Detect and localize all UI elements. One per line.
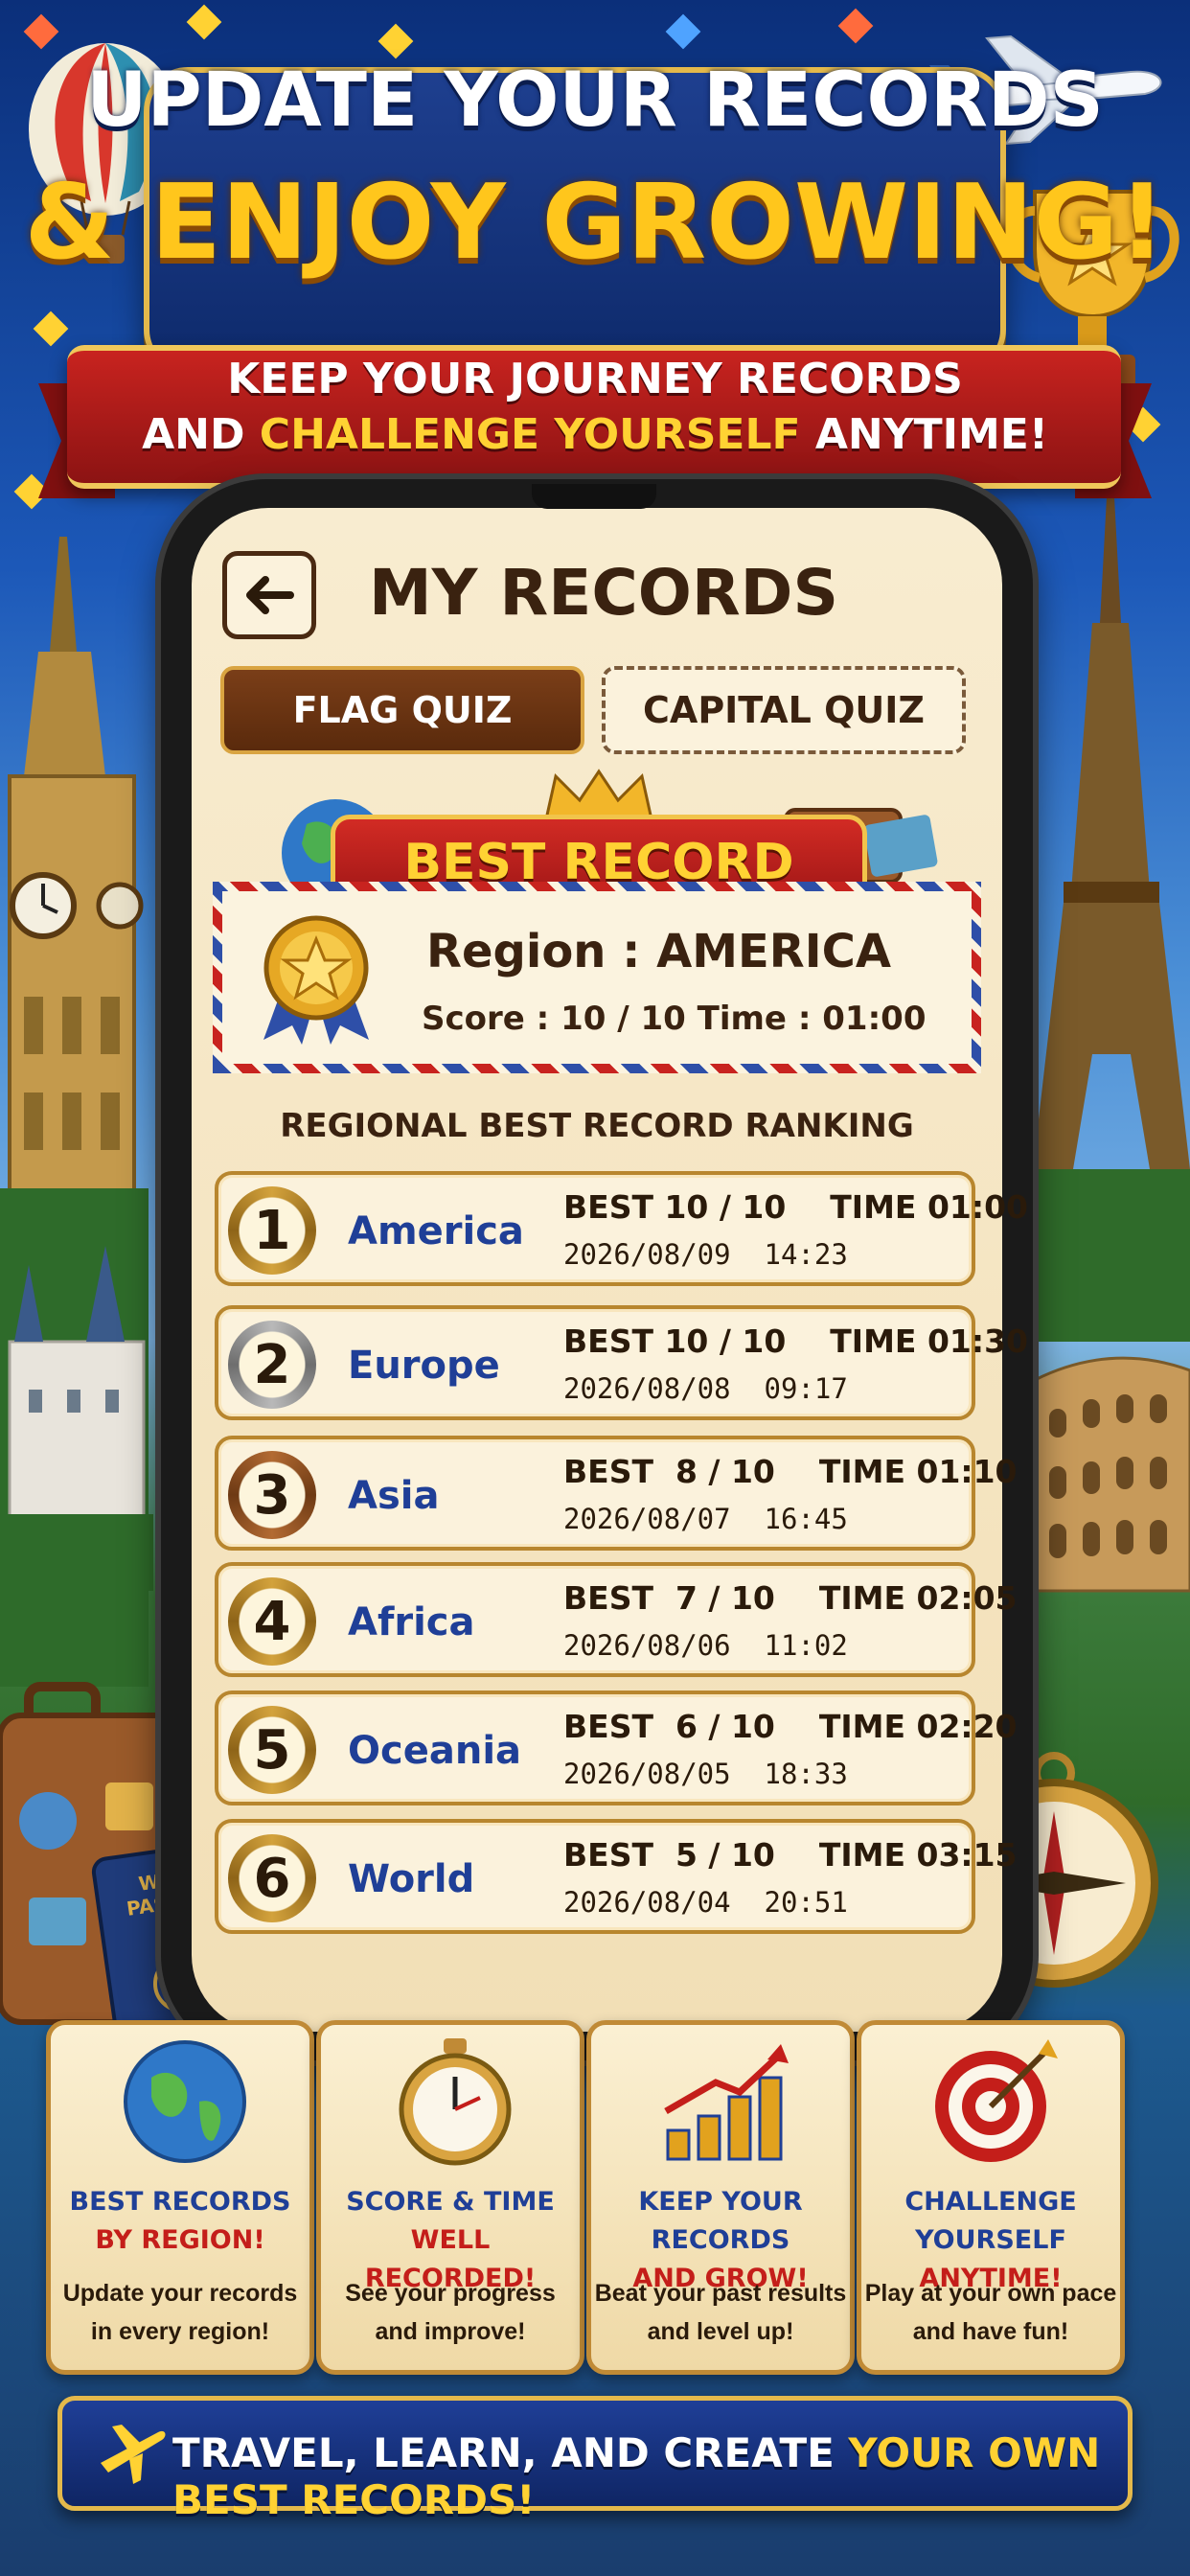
rank-region: Europe xyxy=(348,1344,500,1388)
rank-best-score: BEST 8 / 10 TIME 01:10 xyxy=(563,1453,1018,1490)
headline-line-2: & ENJOY GROWING! xyxy=(24,163,1166,283)
feature-title-line-1: SCORE & TIME xyxy=(346,2187,555,2217)
feature-title-line-2: BY REGION! xyxy=(95,2225,265,2255)
feature-description: Beat your past results and level up! xyxy=(591,2274,850,2351)
ranking-title: REGIONAL BEST RECORD RANKING xyxy=(280,1107,914,1145)
rank-badge: 3 xyxy=(228,1451,316,1539)
feature-title: BEST RECORDS BY REGION! xyxy=(51,2183,309,2260)
sparkle-decoration xyxy=(186,4,222,40)
rank-date: 2026/08/05 18:33 xyxy=(563,1758,848,1790)
ranking-row[interactable]: 5 Oceania BEST 6 / 10 TIME 02:20 2026/08… xyxy=(215,1690,1018,1806)
growth-chart-icon xyxy=(664,2044,789,2161)
airplane-icon xyxy=(101,2425,166,2484)
feature-description: Update your records in every region! xyxy=(51,2274,309,2351)
rank-best-score: BEST 10 / 10 TIME 01:00 xyxy=(563,1188,1028,1226)
rank-badge: 5 xyxy=(228,1706,316,1794)
sparkle-decoration xyxy=(665,13,701,50)
castle-icon xyxy=(0,1246,153,1591)
rank-badge: 4 xyxy=(228,1577,316,1666)
feature-description-line-2: and improve! xyxy=(375,2318,526,2345)
tab-capital-quiz[interactable]: CAPITAL QUIZ xyxy=(602,666,966,754)
feature-description-line-2: and have fun! xyxy=(912,2318,1069,2345)
feature-description: Play at your own pace and have fun! xyxy=(861,2274,1120,2351)
feature-card-grow: KEEP YOUR RECORDS AND GROW! Beat your pas… xyxy=(586,2020,855,2375)
footer-tagline: TRAVEL, LEARN, AND CREATE YOUR OWN BEST … xyxy=(172,2429,1131,2523)
phone-notch xyxy=(532,484,656,509)
feature-card-score-time: SCORE & TIME WELL RECORDED! See your prog… xyxy=(316,2020,584,2375)
ranking-row[interactable]: 3 Asia BEST 8 / 10 TIME 01:10 2026/08/07… xyxy=(215,1436,1018,1551)
rank-best-score: BEST 7 / 10 TIME 02:05 xyxy=(563,1579,1018,1617)
subheading-prefix: AND xyxy=(142,410,260,459)
rank-date: 2026/08/07 16:45 xyxy=(563,1503,848,1535)
rank-date: 2026/08/08 09:17 xyxy=(563,1372,848,1405)
feature-description-line-1: Play at your own pace xyxy=(864,2280,1117,2307)
feature-title-line-1: CHALLENGE YOURSELF xyxy=(904,2187,1077,2255)
back-button[interactable] xyxy=(222,551,316,639)
feature-title-line-1: KEEP YOUR RECORDS xyxy=(638,2187,803,2255)
subheading-line-2: AND CHALLENGE YOURSELF ANYTIME! xyxy=(0,410,1190,459)
feature-description-line-1: See your progress xyxy=(345,2280,556,2307)
globe-icon xyxy=(124,2040,246,2163)
feature-card-challenge: CHALLENGE YOURSELF ANYTIME! Play at your … xyxy=(857,2020,1125,2375)
colosseum-icon xyxy=(1035,1356,1190,1593)
subheading-highlight: CHALLENGE YOURSELF xyxy=(259,410,801,459)
ranking-row[interactable]: 1 America BEST 10 / 10 TIME 01:00 2026/0… xyxy=(215,1171,1028,1286)
footer-tagline-prefix: TRAVEL, LEARN, AND CREATE xyxy=(172,2429,849,2476)
headline-line-1: UPDATE YOUR RECORDS xyxy=(86,58,1104,144)
feature-description-line-1: Update your records xyxy=(62,2280,298,2307)
rank-region: Africa xyxy=(348,1600,475,1644)
target-icon xyxy=(935,2039,1058,2162)
best-record-score-time: Score : 10 / 10 Time : 01:00 xyxy=(422,1000,927,1038)
sparkle-decoration xyxy=(33,310,69,347)
tab-flag-quiz[interactable]: FLAG QUIZ xyxy=(220,666,584,754)
best-record-region: Region : AMERICA xyxy=(426,925,891,978)
rank-badge: 2 xyxy=(228,1321,316,1409)
page-title: MY RECORDS xyxy=(368,556,839,630)
arrow-left-icon xyxy=(246,576,294,614)
stopwatch-icon xyxy=(399,2038,512,2166)
rank-region: Oceania xyxy=(348,1729,522,1773)
rank-best-score: BEST 10 / 10 TIME 01:30 xyxy=(563,1322,1028,1360)
rank-region: America xyxy=(348,1209,524,1254)
feature-description-line-1: Beat your past results xyxy=(594,2280,847,2307)
feature-description-line-2: in every region! xyxy=(90,2318,270,2345)
ranking-row[interactable]: 2 Europe BEST 10 / 10 TIME 01:30 2026/08… xyxy=(215,1305,1028,1420)
sparkle-decoration xyxy=(378,23,414,59)
rank-date: 2026/08/06 11:02 xyxy=(563,1629,848,1662)
medal-icon xyxy=(263,915,369,1045)
feature-description: See your progress and improve! xyxy=(321,2274,580,2351)
feature-card-region: BEST RECORDS BY REGION! Update your recor… xyxy=(46,2020,314,2375)
rank-date: 2026/08/04 20:51 xyxy=(563,1886,848,1919)
rank-region: World xyxy=(348,1857,475,1901)
rank-badge: 6 xyxy=(228,1834,316,1922)
subheading-suffix: ANYTIME! xyxy=(800,410,1048,459)
rank-date: 2026/08/09 14:23 xyxy=(563,1238,848,1271)
rank-badge: 1 xyxy=(228,1186,316,1275)
rank-best-score: BEST 5 / 10 TIME 03:15 xyxy=(563,1836,1018,1874)
subheading-line-1: KEEP YOUR JOURNEY RECORDS xyxy=(227,355,963,403)
rank-best-score: BEST 6 / 10 TIME 02:20 xyxy=(563,1708,1018,1745)
sparkle-decoration xyxy=(837,8,874,44)
rank-region: Asia xyxy=(348,1474,440,1518)
eiffel-tower-icon xyxy=(1025,479,1190,1342)
feature-title-line-1: BEST RECORDS xyxy=(69,2187,291,2217)
feature-description-line-2: and level up! xyxy=(647,2318,794,2345)
ranking-row[interactable]: 4 Africa BEST 7 / 10 TIME 02:05 2026/08/… xyxy=(215,1562,1018,1677)
ranking-row[interactable]: 6 World BEST 5 / 10 TIME 03:15 2026/08/0… xyxy=(215,1819,1018,1934)
